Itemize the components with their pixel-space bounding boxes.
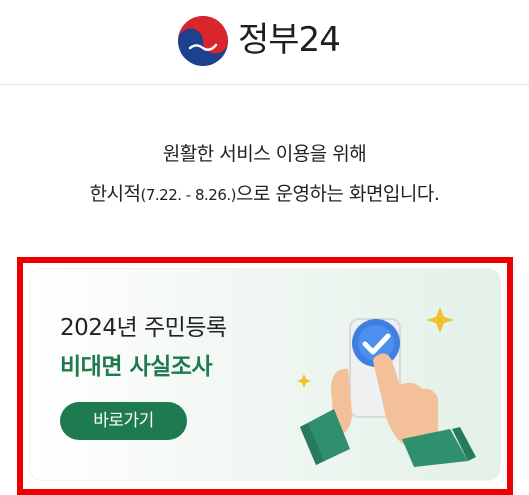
app-header: 정부24 xyxy=(0,0,529,85)
resident-survey-banner[interactable]: 2024년 주민등록 비대면 사실조사 바로가기 xyxy=(30,269,500,480)
notice-line-2: 한시적(7.22. - 8.26.)으로 운영하는 화면입니다. xyxy=(0,180,529,209)
notice-line-1: 원활한 서비스 이용을 위해 xyxy=(162,143,367,165)
banner-title: 2024년 주민등록 xyxy=(60,315,227,341)
phone-hand-check-icon xyxy=(297,307,476,467)
notice-period: (7.22. - 8.26.) xyxy=(140,186,237,204)
government-emblem-icon xyxy=(178,16,228,66)
notice-line2-suffix: 으로 운영하는 화면입니다. xyxy=(236,183,440,205)
go-button[interactable]: 바로가기 xyxy=(60,402,187,440)
notice-message: 원활한 서비스 이용을 위해 한시적(7.22. - 8.26.)으로 운영하는… xyxy=(0,140,529,209)
brand-name[interactable]: 정부24 xyxy=(238,18,341,62)
banner-subtitle: 비대면 사실조사 xyxy=(60,354,213,380)
notice-line2-prefix: 한시적 xyxy=(89,183,141,205)
